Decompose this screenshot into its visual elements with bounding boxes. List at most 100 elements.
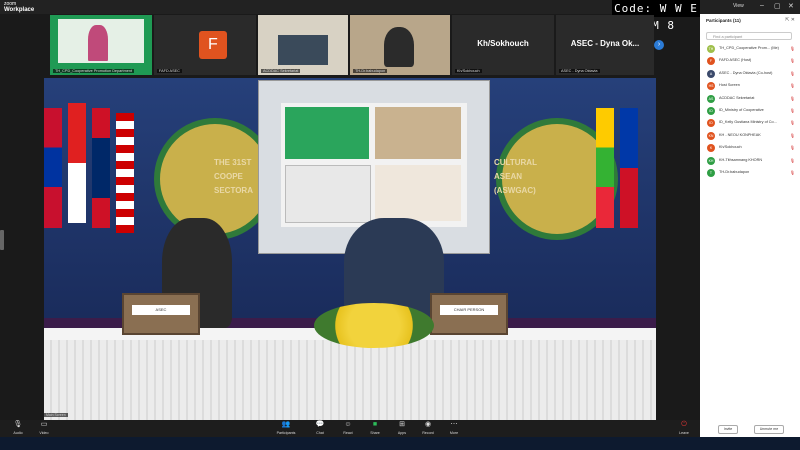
avatar: K [707, 144, 715, 153]
participant-name: Kh/Sokhouch [477, 39, 529, 48]
participants-title: Participants (11) [706, 18, 741, 23]
tile-label: Kh/Sokhouch [455, 69, 482, 73]
muted-mic-icon: 🎙 [789, 83, 795, 89]
leave-button[interactable]: ⏻ Leave [672, 420, 696, 437]
microphone-icon: 🎙 [13, 421, 23, 428]
left-handle[interactable] [0, 230, 4, 250]
tile-label: TH_CPD_Cooperative Promotion Department [53, 69, 135, 73]
participant-row[interactable]: KH KH-Tithsamnang KHORN 🎙 [700, 155, 800, 167]
apps-label: Apps [397, 431, 407, 435]
audio-button[interactable]: 🎙 Audio [6, 420, 30, 437]
leave-icon: ⏻ [681, 421, 687, 428]
muted-mic-icon: 🎙 [789, 70, 795, 76]
participant-name: TH-Dr.babudapon [719, 169, 750, 174]
muted-mic-icon: 🎙 [789, 132, 795, 138]
muted-mic-icon: 🎙 [789, 169, 795, 175]
camera-icon: ▭ [40, 421, 48, 428]
apps-button[interactable]: ⊞ Apps [390, 420, 414, 437]
chat-button[interactable]: 💬 Chat [308, 420, 332, 437]
banner-text: THE 31ST [214, 158, 252, 167]
avatar: F [707, 57, 715, 66]
more-icon: ⋯ [450, 421, 458, 428]
invite-button[interactable]: Invite [718, 425, 738, 434]
video-tile[interactable]: Kh/Sokhouch Kh/Sokhouch [452, 15, 554, 75]
nameplate: CHAIR PERSON [430, 293, 508, 335]
close-icon[interactable]: ✕ [788, 2, 794, 10]
video-button[interactable]: ▭ Video [32, 420, 56, 437]
record-button[interactable]: ◉ Record [416, 420, 440, 437]
maximize-icon[interactable]: ▢ [774, 2, 781, 10]
participant-name: KH - NEOU KONPHEAK [719, 132, 761, 137]
popout-icon[interactable]: ⇱ ✕ [785, 17, 795, 23]
more-button[interactable]: ⋯ More [442, 420, 466, 437]
flag [68, 103, 86, 223]
nameplate-text: CHAIR PERSON [440, 305, 498, 315]
participant-row[interactable]: T TH-Dr.babudapon 🎙 [700, 167, 800, 179]
screen-content [281, 103, 467, 227]
avatar: ID [707, 119, 715, 128]
avatar: KH [707, 156, 715, 165]
avatar: AS [707, 94, 715, 103]
video-tile[interactable]: TH-Dr.babudapon [350, 15, 450, 75]
participant-row[interactable]: TH TH_CPD_Cooperative Prom... (Me) 🎙 [700, 43, 800, 55]
minimize-icon[interactable]: – [760, 2, 764, 9]
nameplate-text: ASEC [132, 305, 190, 315]
tile-label: FAFD ASEC [157, 69, 182, 73]
app-brand: zoom Workplace [4, 1, 34, 13]
share-button[interactable]: ■ Share [363, 420, 387, 437]
participant-row[interactable]: K Kh/Sokhouch 🎙 [700, 142, 800, 154]
avatar: TH [707, 45, 715, 53]
participant-row[interactable]: F FAFD ASEC (Host) 🎙 [700, 55, 800, 67]
banner-text: SECTORA [214, 186, 253, 195]
participant-name: TH_CPD_Cooperative Prom... (Me) [719, 46, 779, 50]
record-icon: ◉ [424, 421, 432, 428]
more-label: More [449, 431, 459, 435]
flag [92, 108, 110, 228]
participant-name: Kh/Sokhouch [719, 145, 742, 150]
leave-label: Leave [679, 431, 689, 435]
participants-label: Participants [276, 431, 296, 435]
participant-row[interactable]: ID ID_Kelly Gustiana Ministry of Co... 🎙 [700, 117, 800, 129]
participant-name: ASEC - Dyna Ok... [570, 39, 640, 48]
participant-row[interactable]: A ASEC - Dyna Oktavia (Co-host) 🎙 [700, 68, 800, 80]
tile-label: ASEC - Dyna Oktavia [559, 69, 600, 73]
participant-name: ASEC - Dyna Oktavia (Co-host) [719, 70, 773, 75]
chat-label: Chat [316, 431, 324, 435]
avatar: ID [707, 106, 715, 115]
video-label: Video [39, 431, 49, 435]
tablecloth [44, 340, 656, 420]
tile-label: ACDDAC Sekretariat [261, 69, 301, 73]
unmute-me-button[interactable]: Unmute me [754, 425, 784, 434]
apps-icon: ⊞ [399, 421, 405, 428]
avatar: T [707, 168, 715, 177]
participant-name: ID_Kelly Gustiana Ministry of Co... [719, 120, 777, 125]
video-tile[interactable]: ACDDAC Sekretariat [258, 15, 348, 75]
share-screen-icon: ■ [372, 421, 378, 428]
react-button[interactable]: ☺ React [336, 420, 360, 437]
view-button[interactable]: View [733, 3, 744, 9]
audio-label: Audio [13, 431, 23, 435]
muted-mic-icon: 🎙 [789, 120, 795, 126]
main-video: THE 31ST COOPE SECTORA CULTURAL ASEAN (A… [44, 78, 656, 420]
flower-arrangement [314, 303, 434, 348]
flag [596, 108, 614, 228]
meeting-toolbar: 🎙 Audio ▭ Video 👥 Participants 💬 Chat ☺ React… [0, 420, 700, 437]
muted-mic-icon: 🎙 [789, 95, 795, 101]
participant-row[interactable]: ID ID_Ministry of Cooperative 🎙 [700, 105, 800, 117]
smile-icon: ☺ [344, 421, 352, 428]
participant-row[interactable]: KN KH - NEOU KONPHEAK 🎙 [700, 130, 800, 142]
video-tile[interactable]: F FAFD ASEC [154, 15, 256, 75]
video-tile[interactable]: TH_CPD_Cooperative Promotion Department [50, 15, 152, 75]
chevron-right-icon[interactable]: › [654, 40, 664, 50]
video-tile[interactable]: ASEC - Dyna Ok... ASEC - Dyna Oktavia [556, 15, 654, 75]
participant-name: KH-Tithsamnang KHORN [719, 157, 763, 162]
nameplate: ASEC [122, 293, 200, 335]
avatar: F [198, 31, 227, 59]
participants-button[interactable]: 👥 Participants [274, 420, 298, 437]
participant-name: FAFD ASEC (Host) [719, 58, 752, 63]
participant-name: Host Screen [719, 83, 740, 88]
avatar: KN [707, 131, 715, 140]
participant-row[interactable]: AS ACDDAC Sekretariat 🎙 [700, 93, 800, 105]
participant-search-input[interactable]: Find a participant [706, 32, 792, 40]
participant-row[interactable]: HS Host Screen 🎙 [700, 80, 800, 92]
